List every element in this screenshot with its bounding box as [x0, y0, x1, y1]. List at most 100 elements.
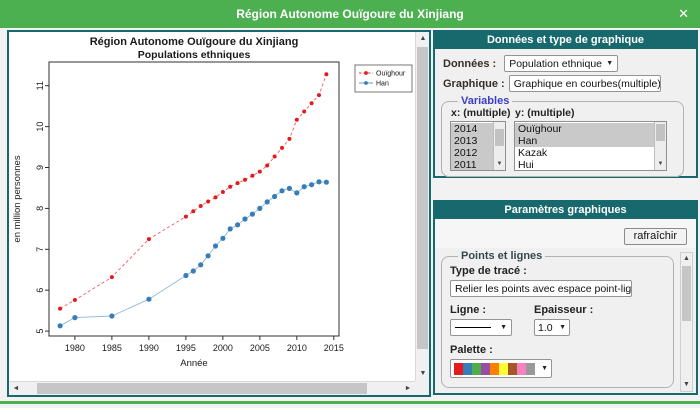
- svg-text:7: 7: [35, 247, 45, 252]
- list-item-2013[interactable]: 2013: [451, 135, 493, 147]
- svg-text:5: 5: [35, 329, 45, 334]
- variables-fieldset: Variables x: (multiple) 2014201320122011…: [441, 95, 684, 177]
- list-item-hui[interactable]: Hui: [515, 159, 654, 171]
- palette-swatch: [517, 363, 526, 375]
- data-and-graph-type-panel: Données et type de graphique Données : P…: [433, 30, 698, 178]
- svg-text:2015: 2015: [324, 343, 344, 353]
- x-variable-label: x: (multiple): [451, 107, 506, 119]
- palette-label: Palette :: [450, 344, 665, 356]
- refresh-button[interactable]: rafraîchir: [624, 228, 687, 245]
- thickness-selected-value: 1.0: [538, 322, 553, 334]
- variables-legend: Variables: [458, 95, 512, 107]
- chart-canvas: Région Autonome Ouïgoure du XinjiangPopu…: [9, 32, 415, 381]
- chart-panel: Région Autonome Ouïgoure du XinjiangPopu…: [7, 30, 431, 397]
- params-vertical-scrollbar[interactable]: ▲ ▼: [680, 252, 693, 392]
- graphique-selected-value: Graphique en courbes(multiple): [514, 78, 661, 90]
- svg-text:8: 8: [35, 206, 45, 211]
- palette-swatch: [463, 363, 472, 375]
- donnees-select[interactable]: Population ethnique ▼: [504, 55, 618, 72]
- line-label: Ligne :: [450, 304, 520, 316]
- close-icon[interactable]: ✕: [678, 0, 689, 28]
- x-list-scrollbar[interactable]: ▼: [493, 122, 505, 170]
- params-scroll-thumb[interactable]: [682, 266, 691, 321]
- scroll-down-icon[interactable]: ▼: [681, 379, 692, 391]
- svg-text:Région Autonome Ouïgoure du Xi: Région Autonome Ouïgoure du Xinjiang: [90, 36, 299, 48]
- y-variable-listbox[interactable]: OuïghourHanKazakHui ▼: [514, 121, 667, 171]
- svg-text:1980: 1980: [65, 343, 85, 353]
- scrollbar-corner: [415, 381, 429, 395]
- svg-text:6: 6: [35, 288, 45, 293]
- list-item-han[interactable]: Han: [515, 135, 654, 147]
- graphique-select[interactable]: Graphique en courbes(multiple) ▼: [509, 75, 661, 92]
- scroll-down-icon[interactable]: ▼: [416, 367, 430, 381]
- x-list-scroll-thumb[interactable]: [495, 129, 504, 146]
- y-variable-label: y: (multiple): [515, 107, 667, 119]
- window-title: Région Autonome Ouïgoure du Xinjiang: [0, 0, 700, 28]
- title-bar: Région Autonome Ouïgoure du Xinjiang ✕: [0, 0, 700, 28]
- svg-text:en million personnes: en million personnes: [12, 155, 23, 242]
- solid-line-icon: [455, 327, 491, 328]
- svg-text:11: 11: [35, 81, 45, 90]
- svg-text:Ouïghour: Ouïghour: [376, 71, 406, 78]
- svg-text:1985: 1985: [102, 343, 122, 353]
- palette-swatch: [499, 363, 508, 375]
- trace-type-select[interactable]: Relier les points avec espace point-lign…: [450, 280, 632, 297]
- window-bottom-border: [0, 401, 700, 404]
- chart-horizontal-scrollbar[interactable]: ◄ ►: [9, 381, 415, 395]
- svg-text:Populations ethniques: Populations ethniques: [138, 49, 251, 61]
- horizontal-scroll-thumb[interactable]: [37, 383, 367, 394]
- list-item-2014[interactable]: 2014: [451, 123, 493, 135]
- x-variable-listbox[interactable]: 2014201320122011 ▼: [450, 121, 506, 171]
- scroll-right-icon[interactable]: ►: [401, 382, 415, 396]
- donnees-selected-value: Population ethnique: [509, 58, 602, 70]
- svg-text:Han: Han: [376, 81, 389, 88]
- svg-text:2005: 2005: [250, 343, 270, 353]
- app-window: Région Autonome Ouïgoure du Xinjiang ✕ R…: [0, 0, 700, 408]
- trace-type-label: Type de tracé :: [450, 265, 665, 277]
- palette-swatch: [454, 363, 463, 375]
- scroll-down-icon[interactable]: ▼: [655, 159, 666, 170]
- params-panel-header: Paramètres graphiques: [435, 202, 696, 219]
- palette-swatch: [490, 363, 499, 375]
- thickness-select[interactable]: 1.0 ▼: [534, 319, 570, 336]
- graphique-label: Graphique :: [443, 78, 505, 90]
- svg-text:Année: Année: [180, 358, 207, 369]
- list-item-ouïghour[interactable]: Ouïghour: [515, 123, 654, 135]
- palette-select[interactable]: ▼: [450, 359, 552, 378]
- palette-swatch: [508, 363, 517, 375]
- y-list-scroll-thumb[interactable]: [656, 124, 665, 141]
- y-list-scrollbar[interactable]: ▼: [654, 122, 666, 170]
- svg-text:9: 9: [35, 165, 45, 170]
- scroll-up-icon[interactable]: ▲: [416, 32, 430, 46]
- vertical-scroll-thumb[interactable]: [417, 47, 428, 349]
- dropdown-arrow-icon: ▼: [602, 60, 613, 67]
- svg-text:1990: 1990: [139, 343, 159, 353]
- list-item-kazak[interactable]: Kazak: [515, 147, 654, 159]
- svg-text:10: 10: [35, 122, 45, 132]
- palette-swatches: [454, 363, 535, 375]
- list-item-2011[interactable]: 2011: [451, 159, 493, 171]
- donnees-label: Données :: [443, 58, 496, 70]
- data-panel-header: Données et type de graphique: [435, 32, 696, 49]
- svg-text:2000: 2000: [213, 343, 233, 353]
- palette-swatch: [526, 363, 535, 375]
- scroll-down-icon[interactable]: ▼: [494, 159, 505, 170]
- svg-text:2010: 2010: [287, 343, 307, 353]
- points-and-lines-fieldset: Points et lignes Type de tracé : Relier …: [441, 250, 674, 388]
- palette-swatch: [481, 363, 490, 375]
- palette-swatch: [472, 363, 481, 375]
- scroll-left-icon[interactable]: ◄: [9, 382, 23, 396]
- chart-vertical-scrollbar[interactable]: ▲ ▼: [415, 32, 429, 381]
- list-item-2012[interactable]: 2012: [451, 147, 493, 159]
- dropdown-arrow-icon: ▼: [555, 324, 566, 331]
- svg-text:1995: 1995: [176, 343, 196, 353]
- graphic-parameters-panel: Paramètres graphiques rafraîchir Points …: [433, 200, 698, 395]
- scroll-up-icon[interactable]: ▲: [681, 253, 692, 265]
- dropdown-arrow-icon: ▼: [496, 324, 507, 331]
- population-line-chart: Région Autonome Ouïgoure du XinjiangPopu…: [9, 32, 415, 381]
- trace-type-selected-value: Relier les points avec espace point-lign…: [455, 283, 632, 295]
- line-style-select[interactable]: ▼: [450, 319, 512, 336]
- thickness-label: Epaisseur :: [534, 304, 593, 316]
- dropdown-arrow-icon: ▼: [537, 365, 548, 372]
- points-and-lines-legend: Points et lignes: [458, 250, 545, 262]
